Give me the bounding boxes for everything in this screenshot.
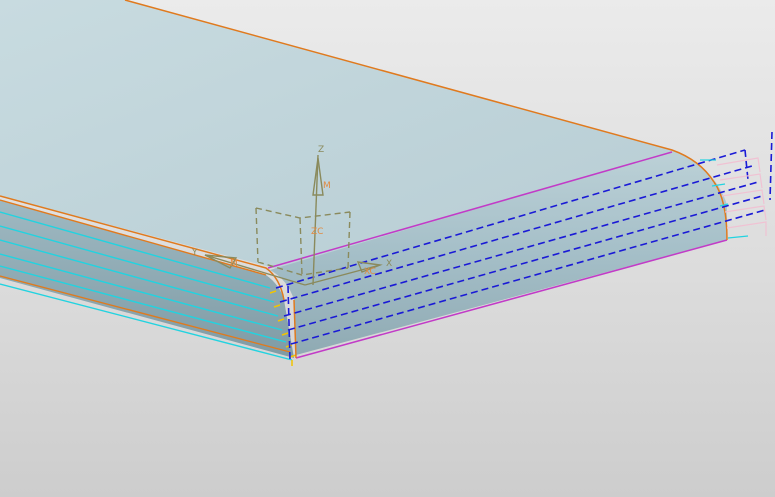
graphics-viewport[interactable]: Z ZC M Y M X XC	[0, 0, 775, 497]
csys-zc-label: ZC	[311, 227, 323, 237]
csys-xc-label: XC	[364, 267, 376, 277]
csys-x-label: X	[386, 259, 392, 269]
csys-m-label-y: M	[230, 259, 238, 269]
csys-m-label-z: M	[323, 181, 331, 191]
csys-y-label: Y	[191, 248, 198, 258]
cad-scene[interactable]: Z ZC M Y M X XC	[0, 0, 775, 497]
csys-z-label: Z	[318, 145, 324, 155]
